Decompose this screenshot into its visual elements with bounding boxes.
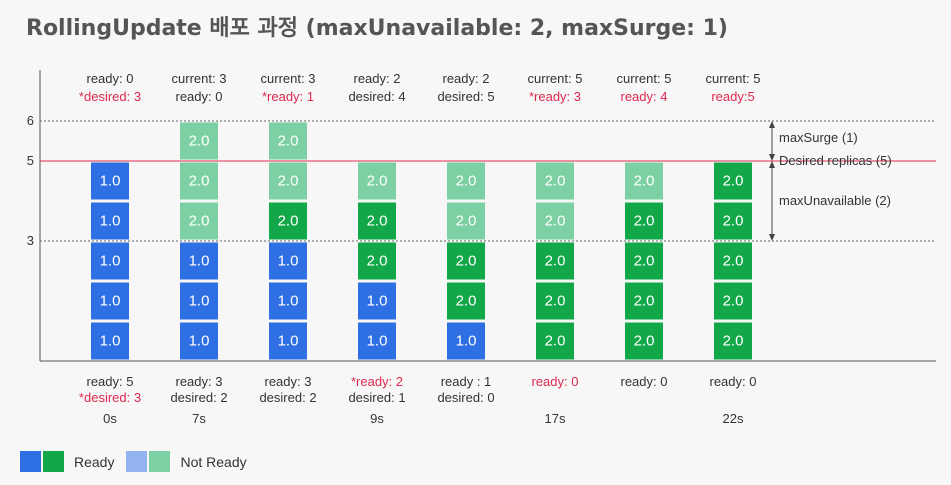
time-label: 17s [545,411,566,426]
status-label-bottom: *desired: 3 [79,390,141,405]
pod-cell-label: 1.0 [189,293,210,310]
status-label-bottom: ready: 0 [710,374,757,389]
pod-cell-label: 2.0 [723,173,744,190]
annotation-2-arrow-down [769,234,775,241]
time-label: 9s [370,411,384,426]
pod-cell-label: 2.0 [367,173,388,190]
pod-cell-label: 1.0 [278,333,299,350]
pod-cell-label: 2.0 [634,253,655,270]
status-label-bottom: ready: 0 [621,374,668,389]
status-label-top: ready: 0 [176,89,223,104]
pod-cell-label: 2.0 [456,293,477,310]
pod-cell-label: 1.0 [100,293,121,310]
pod-cell-label: 1.0 [456,333,477,350]
pod-cell-label: 2.0 [189,133,210,150]
pod-cell-label: 1.0 [189,253,210,270]
pod-cell-label: 2.0 [456,213,477,230]
pod-cell-label: 2.0 [456,253,477,270]
status-label-bottom: *ready: 2 [351,374,403,389]
pod-cell-label: 2.0 [278,213,299,230]
pod-cell-label: 2.0 [723,333,744,350]
status-label-top: desired: 5 [437,89,494,104]
status-label-top: current: 3 [172,71,227,86]
pod-cell-label: 2.0 [456,173,477,190]
pod-cell-label: 1.0 [367,293,388,310]
status-label-bottom: ready: 5 [87,374,134,389]
pod-cell-label: 2.0 [278,133,299,150]
pod-cell-label: 2.0 [723,213,744,230]
time-label: 7s [192,411,206,426]
legend-swatch-v1-ready [20,451,41,472]
legend-not-ready-label: Not Ready [180,453,247,470]
pod-cell-label: 1.0 [100,253,121,270]
status-label-top: current: 3 [261,71,316,86]
annotation-label: maxSurge (1) [779,130,858,145]
status-label-bottom: ready: 3 [265,374,312,389]
pod-cell-label: 2.0 [723,293,744,310]
pod-cell-label: 2.0 [545,333,566,350]
status-label-top: current: 5 [528,71,583,86]
status-label-bottom: desired: 2 [170,390,227,405]
pod-cell-label: 2.0 [367,213,388,230]
annotation-label: maxUnavailable (2) [779,193,891,208]
y-tick-3: 3 [27,233,34,248]
status-label-top: *desired: 3 [79,89,141,104]
status-label-top: ready:5 [711,89,754,104]
annotation-label: Desired replicas (5) [779,153,892,168]
status-label-top: ready: 4 [621,89,668,104]
status-label-bottom: desired: 2 [259,390,316,405]
legend-swatch-v2-ready [43,451,64,472]
status-label-top: *ready: 3 [529,89,581,104]
pod-cell-label: 1.0 [278,253,299,270]
pod-cell-label: 2.0 [634,213,655,230]
status-label-top: ready: 2 [443,71,490,86]
pod-cell-label: 1.0 [100,173,121,190]
status-label-top: current: 5 [706,71,761,86]
pod-cell-label: 2.0 [545,173,566,190]
pod-cell-label: 1.0 [189,333,210,350]
status-label-bottom: ready: 0 [532,374,579,389]
pod-cell-label: 2.0 [634,293,655,310]
annotation-0-arrow-down [769,154,775,161]
y-tick-5: 5 [27,153,34,168]
pod-cell-label: 2.0 [634,333,655,350]
y-tick-6: 6 [27,113,34,128]
time-label: 0s [103,411,117,426]
legend: Ready Not Ready [20,451,259,472]
status-label-bottom: ready: 3 [176,374,223,389]
pod-cell-label: 1.0 [367,333,388,350]
annotation-2-arrow-up [769,161,775,168]
rolling-update-chart: 6531.01.01.01.01.0ready: 0*desired: 3rea… [27,70,936,426]
pod-cell-label: 1.0 [278,293,299,310]
status-label-top: ready: 0 [87,71,134,86]
pod-cell-label: 2.0 [367,253,388,270]
time-label: 22s [723,411,744,426]
status-label-top: *ready: 1 [262,89,314,104]
pod-cell-label: 1.0 [100,213,121,230]
pod-cell-label: 2.0 [278,173,299,190]
pod-cell-label: 2.0 [545,253,566,270]
pod-cell-label: 2.0 [189,173,210,190]
pod-cell-label: 2.0 [634,173,655,190]
status-label-bottom: ready : 1 [441,374,492,389]
status-label-top: ready: 2 [354,71,401,86]
pod-cell-label: 2.0 [545,293,566,310]
status-label-bottom: desired: 1 [348,390,405,405]
annotation-0-arrow-up [769,121,775,128]
legend-swatch-v2-not-ready [149,451,171,472]
pod-cell-label: 2.0 [545,213,566,230]
status-label-bottom: desired: 0 [437,390,494,405]
pod-cell-label: 2.0 [189,213,210,230]
status-label-top: current: 5 [617,71,672,86]
status-label-top: desired: 4 [348,89,405,104]
legend-swatch-v1-not-ready [126,451,148,472]
legend-ready-label: Ready [74,453,115,470]
pod-cell-label: 1.0 [100,333,121,350]
pod-cell-label: 2.0 [723,253,744,270]
